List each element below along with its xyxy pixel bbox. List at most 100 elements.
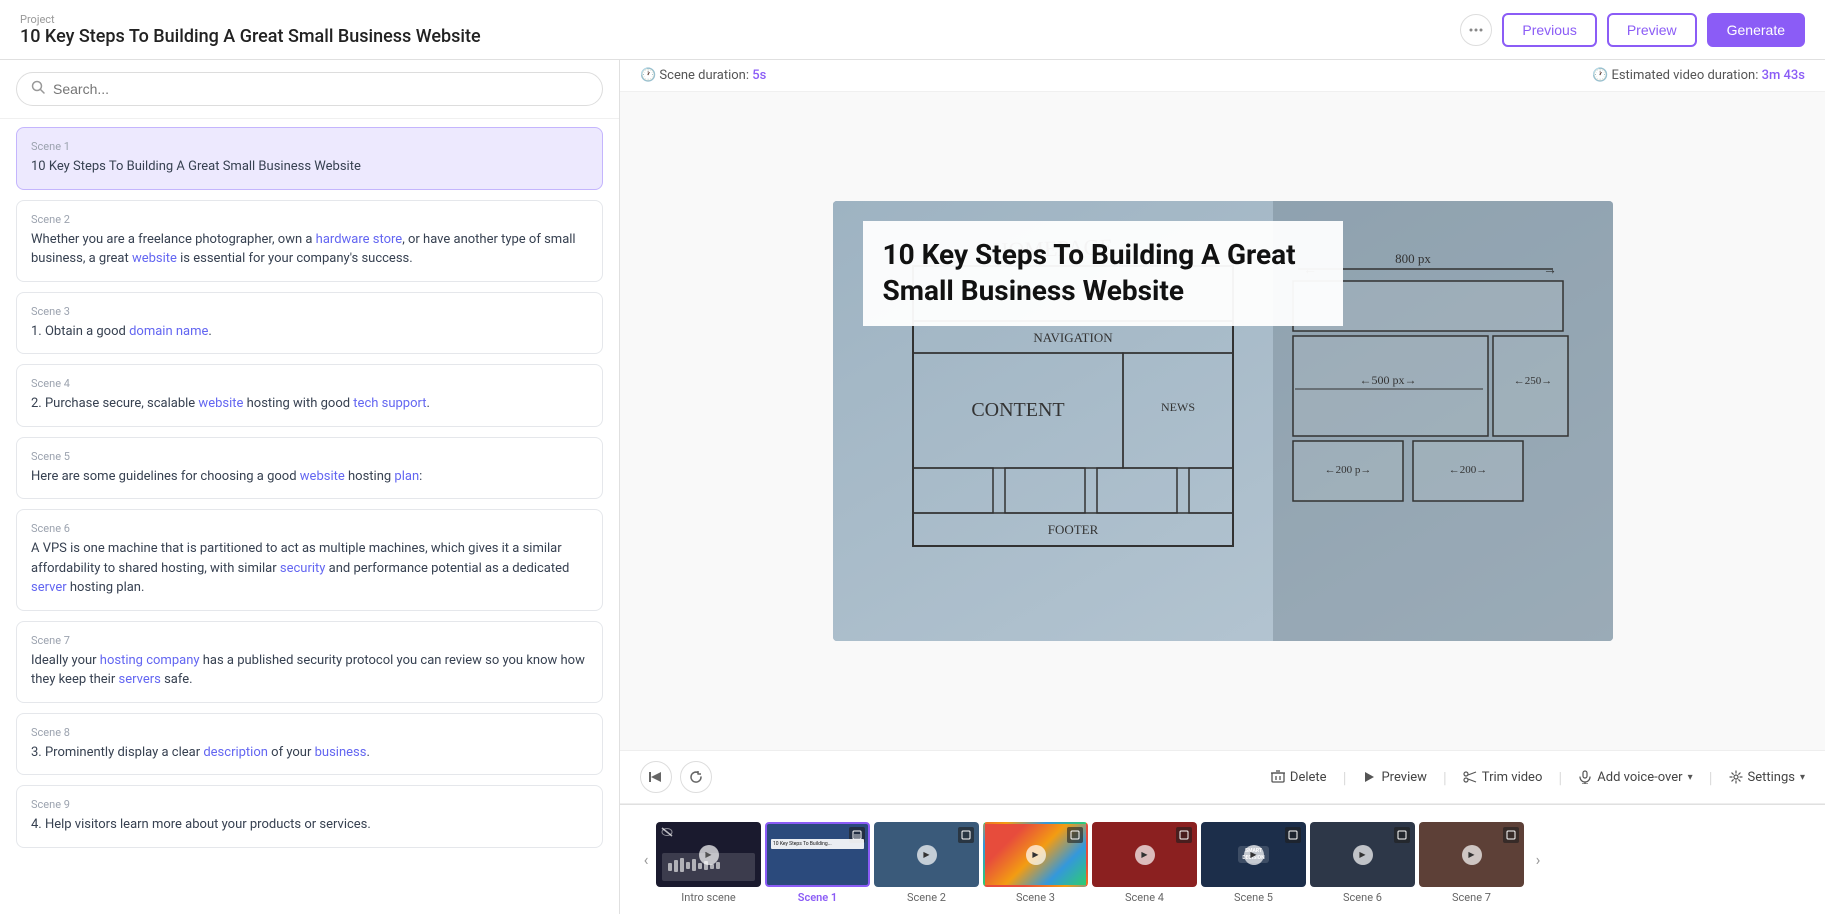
- settings-action[interactable]: Settings ▾: [1729, 770, 1806, 785]
- scene-card-6[interactable]: Scene 6 A VPS is one machine that is par…: [16, 509, 603, 611]
- scene-3-label: Scene 3: [31, 305, 588, 318]
- video-controls: Delete | Preview |: [620, 750, 1825, 804]
- clock-icon-left: 🕐: [640, 68, 656, 83]
- play-icon: [1362, 770, 1376, 784]
- voice-action[interactable]: Add voice-over ▾: [1578, 770, 1692, 785]
- scene7-thumb: ▶: [1419, 822, 1524, 887]
- filmstrip-scene2[interactable]: ▶ Scene 2: [874, 822, 979, 904]
- clock-icon-right: 🕐: [1592, 68, 1608, 83]
- server-link[interactable]: server: [31, 580, 67, 595]
- delete-icon: [1271, 770, 1285, 784]
- video-frame: HOMEPAGE BANNER NAVIGATION: [833, 201, 1613, 641]
- scene-2-label: Scene 2: [31, 213, 588, 226]
- scene-card-1[interactable]: Scene 1 10 Key Steps To Building A Great…: [16, 127, 603, 190]
- microphone-icon: [1578, 770, 1592, 784]
- hardware-store-link[interactable]: hardware store: [316, 232, 403, 247]
- filmstrip-intro[interactable]: ▶: [656, 822, 761, 904]
- playback-controls: [640, 761, 712, 793]
- scene7-play: ▶: [1462, 845, 1482, 865]
- scene3-icon: [1067, 827, 1083, 843]
- preview-button[interactable]: Preview: [1607, 13, 1697, 47]
- website-link-4[interactable]: website: [198, 396, 243, 411]
- estimated-duration: 🕐 Estimated video duration: 3m 43s: [1592, 68, 1805, 83]
- refresh-icon: [689, 770, 703, 784]
- voice-label: Add voice-over: [1597, 770, 1682, 785]
- scene2-icon: [958, 827, 974, 843]
- scene3-thumb: ▶: [983, 822, 1088, 887]
- filmstrip-scene6[interactable]: ▶ Scene 6: [1310, 822, 1415, 904]
- rewind-icon: [649, 770, 663, 784]
- scene6-label: Scene 6: [1343, 891, 1382, 904]
- scissors-icon: [1463, 770, 1477, 784]
- header-left: Project 10 Key Steps To Building A Great…: [20, 13, 481, 47]
- filmstrip: ‹ ▶: [620, 804, 1825, 914]
- plan-link[interactable]: plan: [394, 469, 419, 484]
- svg-text:→: →: [1543, 263, 1557, 278]
- slide-title-box: 10 Key Steps To Building A Great Small B…: [863, 221, 1343, 326]
- scene-actions: Delete | Preview |: [1271, 768, 1805, 787]
- scene-7-label: Scene 7: [31, 634, 588, 647]
- preview-label: Preview: [1381, 770, 1426, 785]
- delete-action[interactable]: Delete: [1271, 770, 1327, 785]
- business-link[interactable]: business: [315, 745, 367, 760]
- generate-button[interactable]: Generate: [1707, 13, 1805, 47]
- hide-icon: [661, 827, 673, 840]
- scene-7-text: Ideally your hosting company has a publi…: [31, 651, 588, 690]
- tech-support-link[interactable]: tech support: [353, 396, 426, 411]
- svg-text:FOOTER: FOOTER: [1047, 522, 1098, 537]
- scene-card-3[interactable]: Scene 3 1. Obtain a good domain name.: [16, 292, 603, 355]
- filmstrip-scene3[interactable]: ▶ Scene 3: [983, 822, 1088, 904]
- scene-card-8[interactable]: Scene 8 3. Prominently display a clear d…: [16, 713, 603, 776]
- scene5-thumb: SMARTDECISION ▶: [1201, 822, 1306, 887]
- domain-name-link[interactable]: domain name: [129, 324, 208, 339]
- search-input-wrap[interactable]: [16, 72, 603, 106]
- filmstrip-scene7[interactable]: ▶ Scene 7: [1419, 822, 1524, 904]
- servers-link[interactable]: servers: [118, 672, 160, 687]
- duration-bar: 🕐 Scene duration: 5s 🕐 Estimated video d…: [620, 60, 1825, 92]
- scene-2-text: Whether you are a freelance photographer…: [31, 230, 588, 269]
- scene2-thumb: ▶: [874, 822, 979, 887]
- scene-card-9[interactable]: Scene 9 4. Help visitors learn more abou…: [16, 785, 603, 848]
- scene-3-text: 1. Obtain a good domain name.: [31, 322, 588, 342]
- scene2-play: ▶: [917, 845, 937, 865]
- rewind-button[interactable]: [640, 761, 672, 793]
- scene1-thumb: 10 Key Steps To Building...: [765, 822, 870, 887]
- description-link[interactable]: description: [203, 745, 268, 760]
- scene-8-text: 3. Prominently display a clear descripti…: [31, 743, 588, 763]
- search-bar: [0, 60, 619, 119]
- scene-card-5[interactable]: Scene 5 Here are some guidelines for cho…: [16, 437, 603, 500]
- website-link-2[interactable]: website: [132, 251, 177, 266]
- preview-action[interactable]: Preview: [1362, 770, 1426, 785]
- main-area: Scene 1 10 Key Steps To Building A Great…: [0, 60, 1825, 914]
- scene-8-label: Scene 8: [31, 726, 588, 739]
- scene-duration-value: 5s: [752, 68, 766, 83]
- filmstrip-scene4[interactable]: ▶ Scene 4: [1092, 822, 1197, 904]
- scene6-icon: [1394, 827, 1410, 843]
- scene4-play: ▶: [1135, 845, 1155, 865]
- scene-card-7[interactable]: Scene 7 Ideally your hosting company has…: [16, 621, 603, 703]
- search-input[interactable]: [53, 81, 588, 97]
- refresh-button[interactable]: [680, 761, 712, 793]
- svg-text:←250→: ←250→: [1513, 375, 1552, 387]
- filmstrip-scene1[interactable]: 10 Key Steps To Building... Scene 1: [765, 822, 870, 904]
- svg-text:NEWS: NEWS: [1161, 400, 1195, 414]
- filmstrip-scene5[interactable]: SMARTDECISION ▶ Scene 5: [1201, 822, 1306, 904]
- previous-button[interactable]: Previous: [1502, 13, 1596, 47]
- intro-waveform: [666, 855, 726, 875]
- icon-button-1[interactable]: [1460, 14, 1492, 46]
- scene7-label: Scene 7: [1452, 891, 1491, 904]
- header: Project 10 Key Steps To Building A Great…: [0, 0, 1825, 60]
- scene-card-2[interactable]: Scene 2 Whether you are a freelance phot…: [16, 200, 603, 282]
- trim-action[interactable]: Trim video: [1463, 770, 1543, 785]
- hosting-company-link[interactable]: hosting company: [100, 653, 200, 668]
- filmstrip-next[interactable]: ›: [1528, 850, 1548, 869]
- scene-card-4[interactable]: Scene 4 2. Purchase secure, scalable web…: [16, 364, 603, 427]
- intro-thumb: ▶: [656, 822, 761, 887]
- website-link-5[interactable]: website: [300, 469, 345, 484]
- scene-5-text: Here are some guidelines for choosing a …: [31, 467, 588, 487]
- filmstrip-prev[interactable]: ‹: [636, 850, 656, 869]
- search-icon: [31, 80, 45, 98]
- scene-4-text: 2. Purchase secure, scalable website hos…: [31, 394, 588, 414]
- scene5-label: Scene 5: [1234, 891, 1273, 904]
- security-link[interactable]: security: [280, 561, 326, 576]
